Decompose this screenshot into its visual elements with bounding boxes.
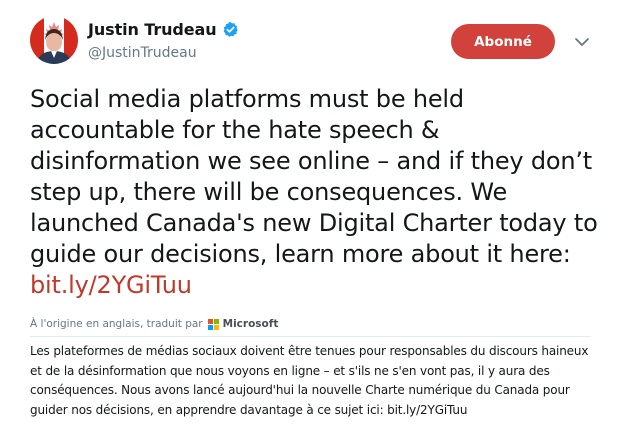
tweet-text: Social media platforms must be held acco… bbox=[30, 84, 600, 301]
tweet-body: Social media platforms must be held acco… bbox=[30, 85, 598, 268]
following-button[interactable]: Abonné bbox=[451, 24, 555, 59]
author-handle[interactable]: @JustinTrudeau bbox=[88, 45, 197, 61]
tweet-card: Justin Trudeau @JustinTrudeau Abonné Soc… bbox=[0, 0, 620, 428]
microsoft-logo-icon bbox=[207, 318, 219, 330]
verified-badge-icon bbox=[223, 22, 238, 37]
translated-text: Les plateformes de médias sociaux doiven… bbox=[30, 344, 589, 417]
translation-provider[interactable]: Microsoft bbox=[223, 318, 279, 330]
author-display-name[interactable]: Justin Trudeau bbox=[88, 20, 217, 39]
avatar[interactable] bbox=[30, 16, 78, 64]
translation-divider bbox=[30, 336, 591, 337]
chevron-down-icon[interactable] bbox=[574, 36, 590, 48]
profile-photo-icon bbox=[30, 16, 78, 64]
tweet-link[interactable]: bit.ly/2YGiTuu bbox=[30, 271, 192, 299]
translation-credit-text: À l'origine en anglais, traduit par bbox=[30, 318, 203, 330]
translation-credit: À l'origine en anglais, traduit par Micr… bbox=[30, 318, 278, 330]
author-name-row: Justin Trudeau bbox=[88, 20, 239, 39]
